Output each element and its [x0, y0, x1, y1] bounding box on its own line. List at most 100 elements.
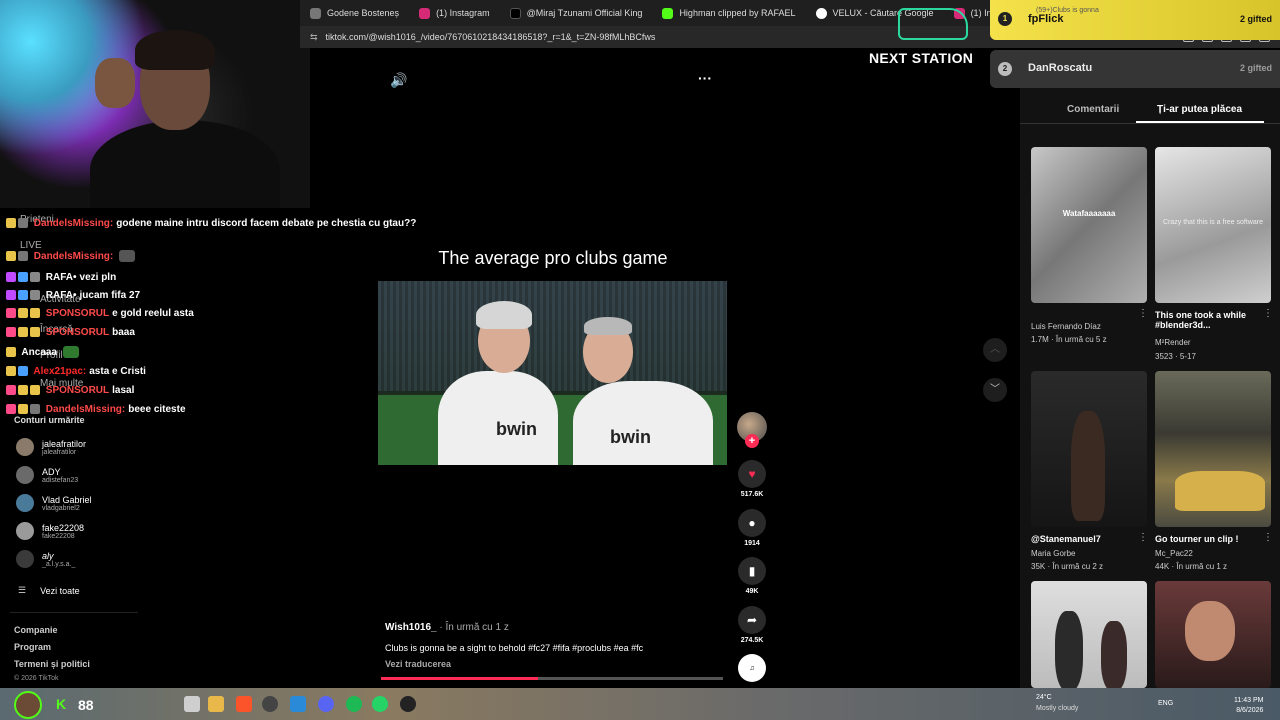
chat-message: SPONSORUL baaa — [6, 327, 135, 338]
tab-favicon-icon — [310, 7, 321, 19]
recommended-thumbnail[interactable] — [1031, 371, 1147, 527]
person-silhouette — [1055, 611, 1083, 688]
next-video-icon[interactable]: ﹀ — [983, 378, 1007, 402]
recommended-thumbnail[interactable] — [1155, 371, 1271, 527]
system-clock[interactable]: 11:43 PM 8/6/2026 — [1234, 696, 1263, 716]
chat-badges — [6, 272, 40, 283]
train-icon — [898, 8, 968, 40]
discord-icon[interactable] — [318, 696, 334, 712]
chat-message: DandelsMissing: — [6, 250, 136, 262]
streamer-hair — [135, 30, 215, 70]
follow-plus-icon[interactable]: + — [745, 434, 759, 448]
player-left-hair — [476, 301, 532, 329]
see-translation-button[interactable]: Vezi traducerea — [385, 659, 451, 669]
more-options-icon[interactable]: ··· — [698, 70, 712, 86]
chat-message: SPONSORUL lasal — [6, 385, 134, 396]
file-explorer-icon[interactable] — [208, 696, 224, 712]
weather-temp[interactable]: 24°C — [1036, 694, 1052, 701]
see-all-button[interactable]: ☰ Vezi toate — [18, 585, 80, 596]
tab-active-indicator — [1136, 121, 1264, 123]
browser-tab-bar: Godene Bosteneș (1) Instagram @Miraj Tzu… — [300, 0, 1000, 26]
more-icon[interactable]: ⋮ — [1138, 532, 1148, 543]
browser-tab[interactable]: Godene Bosteneș — [300, 0, 409, 26]
app-icon[interactable] — [290, 696, 306, 712]
shirt-sponsor-text: bwin — [496, 419, 537, 439]
avatar — [16, 438, 34, 456]
following-account[interactable]: jaleafratilor jaleafratilor — [16, 438, 86, 456]
chat-badges — [6, 404, 40, 415]
chat-message: RAFA• vezi pln — [6, 272, 116, 283]
following-account[interactable]: Vlad Gabriel vladgabriel2 — [16, 494, 92, 512]
player-right-shirt — [573, 381, 713, 465]
video-caption: Clubs is gonna be a sight to behold #fc2… — [385, 643, 644, 653]
chat-badges — [6, 347, 16, 357]
whatsapp-icon[interactable] — [372, 696, 388, 712]
car-shape — [1175, 471, 1265, 511]
view-stats: 44K · În urmă cu 1 z — [1155, 562, 1228, 571]
bookmark-button[interactable]: ▮ 49K — [738, 557, 766, 595]
language-indicator[interactable]: ENG — [1158, 700, 1173, 707]
avatar — [16, 522, 34, 540]
following-account[interactable]: ADY adistefan23 — [16, 466, 78, 484]
view-stats: 35K · În urmă cu 2 z — [1031, 562, 1104, 571]
chat-message: DandelsMissing: godene maine intru discor… — [6, 218, 416, 229]
stadium-crowd — [378, 281, 727, 392]
site-info-icon[interactable]: ⇆ — [310, 32, 318, 43]
browser-tab[interactable]: (1) Instagram — [409, 0, 500, 26]
avatar — [16, 494, 34, 512]
like-button[interactable]: ♥ 517.6K — [738, 460, 766, 498]
more-icon[interactable]: ⋮ — [1263, 532, 1273, 543]
next-station-overlay: NEXT STATION — [869, 50, 974, 66]
emote-icon — [119, 250, 136, 262]
footer-program-link[interactable]: Program — [14, 642, 51, 652]
kick-icon — [662, 7, 674, 19]
chat-badges — [6, 218, 28, 229]
comment-button[interactable]: ● 1914 — [738, 509, 766, 547]
tab-divider — [1020, 123, 1280, 124]
browser-tab[interactable]: Highman clipped by RAFAEL — [652, 0, 805, 26]
recommended-thumbnail[interactable]: Watafaaaaaaa — [1031, 147, 1147, 303]
recommended-thumbnail[interactable]: Crazy that this is a free software — [1155, 147, 1271, 303]
tab-comments[interactable]: Comentarii — [1067, 104, 1119, 115]
chat-badges — [6, 251, 28, 261]
following-account[interactable]: aly _a.l.y.s.a._ — [16, 550, 75, 568]
task-view-icon[interactable] — [184, 696, 200, 712]
video-progress-bar[interactable] — [381, 677, 723, 680]
emote-icon — [62, 346, 79, 358]
brave-browser-icon[interactable] — [236, 696, 252, 712]
player-right-hair — [584, 317, 632, 335]
more-icon[interactable]: ⋮ — [1263, 308, 1273, 319]
url-text[interactable]: tiktok.com/@wish1016_/video/767061021843… — [326, 32, 656, 42]
tab-recommended[interactable]: Ți-ar putea plăcea — [1157, 104, 1242, 115]
share-button[interactable]: ➦ 274.5K — [738, 606, 766, 644]
more-icon[interactable]: ⋮ — [1138, 308, 1148, 319]
streamer-avatar — [14, 691, 42, 719]
avatar — [16, 466, 34, 484]
previous-video-icon[interactable]: ︿ — [983, 338, 1007, 362]
music-disc-icon: ♫ — [738, 654, 766, 682]
footer-terms-link[interactable]: Termeni și politici — [14, 659, 90, 669]
video-author[interactable]: Wish1016_ · În urmă cu 1 z — [385, 622, 509, 633]
right-panel: Comentarii Ți-ar putea plăcea Watafaaaaa… — [1020, 88, 1280, 688]
viewer-count: 88 — [78, 697, 94, 713]
video-player[interactable]: bwin bwin — [378, 281, 727, 465]
instagram-icon — [419, 7, 431, 19]
browser-tab[interactable]: @Miraj Tzunami Official King — [500, 0, 653, 26]
view-stats: 1.7M · În urmă cu 5 z — [1031, 335, 1107, 344]
obs-icon[interactable] — [262, 696, 278, 712]
volume-icon[interactable]: 🔊 — [390, 72, 407, 89]
app-icon[interactable] — [400, 696, 416, 712]
heart-icon: ♥ — [738, 460, 766, 488]
following-account[interactable]: fake22208 fake22208 — [16, 522, 84, 540]
divider — [10, 612, 138, 613]
chat-badges — [6, 290, 40, 301]
spotify-icon[interactable] — [346, 696, 362, 712]
music-disc-button[interactable]: ♫ — [738, 654, 766, 682]
recommended-thumbnail[interactable] — [1031, 581, 1147, 688]
footer-company-link[interactable]: Companie — [14, 625, 58, 635]
weather-desc[interactable]: Mostly cloudy — [1036, 705, 1078, 712]
shirt-sponsor-text: bwin — [610, 427, 651, 447]
recommended-thumbnail[interactable] — [1155, 581, 1271, 688]
chat-badges — [6, 366, 28, 377]
following-title: Conturi urmărite — [14, 415, 85, 425]
